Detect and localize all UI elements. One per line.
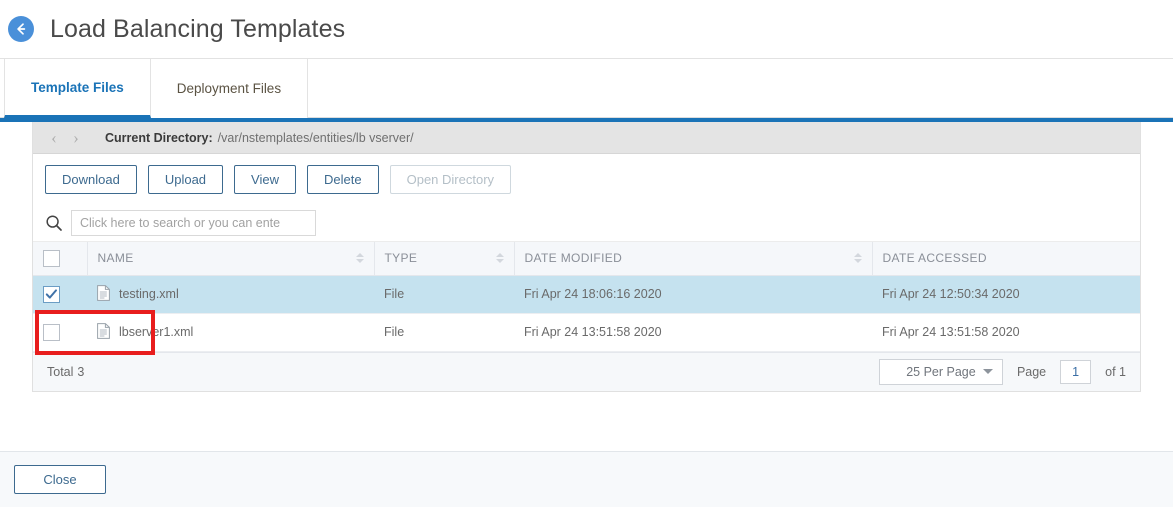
column-header-date-modified[interactable]: DATE MODIFIED: [513, 242, 872, 276]
column-header-date-accessed-label: DATE ACCESSED: [882, 251, 987, 266]
search-bar: [33, 204, 1140, 242]
per-page-select[interactable]: 25 Per Page: [878, 358, 1003, 385]
sort-icon[interactable]: [495, 253, 504, 264]
files-table: NAME TYPE DATE MODIFIED DATE ACCESSED te…: [33, 242, 1140, 352]
main-content: ‹ › Current Directory: /var/nstemplates/…: [0, 122, 1173, 428]
search-icon: [45, 214, 63, 232]
search-input[interactable]: [71, 209, 316, 236]
column-header-type[interactable]: TYPE: [373, 242, 514, 276]
dialog-footer: Close: [0, 451, 1173, 507]
chevron-down-icon: [982, 369, 993, 374]
table-row[interactable]: testing.xml File Fri Apr 24 18:06:16 202…: [33, 275, 1140, 314]
row-checkbox[interactable]: [43, 323, 60, 341]
files-table-body: testing.xml File Fri Apr 24 18:06:16 202…: [33, 275, 1140, 352]
page-number-input[interactable]: 1: [1060, 359, 1092, 384]
upload-button[interactable]: Upload: [147, 164, 224, 194]
current-directory-label: Current Directory:: [105, 130, 213, 145]
delete-button[interactable]: Delete: [307, 164, 379, 194]
action-toolbar: Download Upload View Delete Open Directo…: [33, 154, 1140, 204]
row-date-modified: Fri Apr 24 18:06:16 2020: [514, 275, 872, 314]
row-checkbox-cell: [33, 275, 87, 314]
pagination-controls: 25 Per Page Page 1 of 1: [878, 358, 1126, 385]
download-button[interactable]: Download: [45, 164, 137, 194]
table-row[interactable]: lbserver1.xml File Fri Apr 24 13:51:58 2…: [33, 313, 1140, 352]
row-name-cell: testing.xml: [87, 275, 374, 314]
file-name: lbserver1.xml: [119, 325, 194, 339]
chevron-right-icon[interactable]: ›: [65, 129, 87, 146]
per-page-value: 25 Per Page: [906, 364, 976, 379]
column-header-date-accessed[interactable]: DATE ACCESSED: [871, 242, 1140, 276]
select-all-header: [33, 242, 87, 276]
close-button[interactable]: Close: [14, 465, 106, 494]
row-name-cell: lbserver1.xml: [87, 313, 374, 352]
file-name: testing.xml: [119, 287, 179, 301]
files-table-head: NAME TYPE DATE MODIFIED DATE ACCESSED: [33, 242, 1140, 276]
row-type: File: [374, 313, 514, 352]
select-all-checkbox[interactable]: [43, 249, 60, 267]
file-icon: [97, 322, 110, 342]
row-date-modified: Fri Apr 24 13:51:58 2020: [514, 313, 872, 352]
row-date-accessed: Fri Apr 24 13:51:58 2020: [872, 313, 1140, 352]
tab-template-files[interactable]: Template Files: [4, 59, 151, 118]
row-type: File: [374, 275, 514, 314]
row-date-accessed: Fri Apr 24 12:50:34 2020: [872, 275, 1140, 314]
total-count: 3: [77, 364, 85, 379]
column-header-type-label: TYPE: [384, 251, 418, 266]
column-header-name-label: NAME: [97, 251, 134, 266]
tab-deployment-files[interactable]: Deployment Files: [150, 59, 309, 118]
row-checkbox-cell: [33, 313, 87, 352]
current-directory-path: /var/nstemplates/entities/lb vserver/: [217, 130, 414, 145]
page-header: Load Balancing Templates: [0, 0, 1173, 58]
table-header-row: NAME TYPE DATE MODIFIED DATE ACCESSED: [33, 242, 1140, 276]
directory-bar: ‹ › Current Directory: /var/nstemplates/…: [33, 122, 1140, 154]
open-directory-button: Open Directory: [389, 164, 512, 194]
row-checkbox[interactable]: [43, 285, 60, 303]
page-total-label: of 1: [1105, 364, 1126, 379]
tab-template-files-label: Template Files: [31, 79, 124, 95]
chevron-left-icon[interactable]: ‹: [43, 129, 65, 146]
sort-icon[interactable]: [853, 253, 862, 264]
file-icon: [97, 284, 110, 304]
back-arrow-icon[interactable]: [8, 16, 34, 42]
column-header-name[interactable]: NAME: [86, 242, 374, 276]
tab-bar: Template Files Deployment Files: [0, 59, 1173, 118]
view-button[interactable]: View: [234, 164, 297, 194]
sort-icon[interactable]: [355, 253, 364, 264]
file-browser-panel: ‹ › Current Directory: /var/nstemplates/…: [32, 122, 1141, 392]
tab-deployment-files-label: Deployment Files: [176, 81, 282, 96]
table-footer: Total 3 25 Per Page Page 1 of 1: [33, 351, 1140, 391]
page-title: Load Balancing Templates: [50, 14, 346, 43]
page-label: Page: [1016, 364, 1047, 379]
column-header-date-modified-label: DATE MODIFIED: [524, 251, 623, 266]
total-label: Total: [47, 364, 74, 379]
